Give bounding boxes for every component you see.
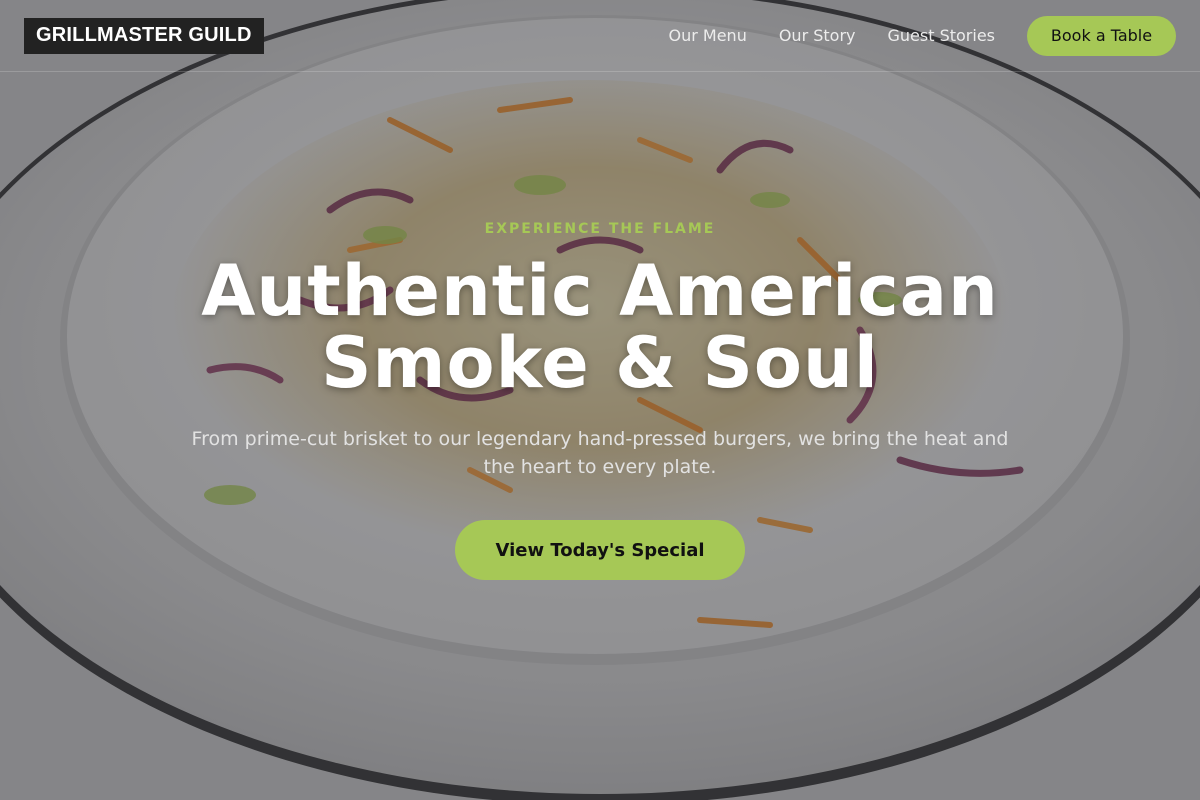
view-todays-special-button[interactable]: View Today's Special: [455, 520, 745, 580]
hero-eyebrow: EXPERIENCE THE FLAME: [484, 221, 716, 237]
hero-headline: Authentic American Smoke & Soul: [150, 255, 1050, 399]
nav-link-our-menu[interactable]: Our Menu: [669, 26, 747, 45]
nav-link-our-story[interactable]: Our Story: [779, 26, 856, 45]
hero-section: EXPERIENCE THE FLAME Authentic American …: [0, 0, 1200, 800]
book-a-table-button[interactable]: Book a Table: [1027, 15, 1176, 56]
nav-link-guest-stories[interactable]: Guest Stories: [888, 26, 996, 45]
site-logo[interactable]: GRILLMASTER GUILD: [24, 17, 264, 54]
site-header: GRILLMASTER GUILD Our Menu Our Story Gue…: [0, 0, 1200, 72]
hero-headline-line-2: Smoke & Soul: [321, 322, 879, 404]
main-nav: Our Menu Our Story Guest Stories Book a …: [669, 15, 1176, 56]
hero-subtext: From prime-cut brisket to our legendary …: [191, 428, 1009, 478]
hero-headline-line-1: Authentic American: [201, 250, 999, 332]
